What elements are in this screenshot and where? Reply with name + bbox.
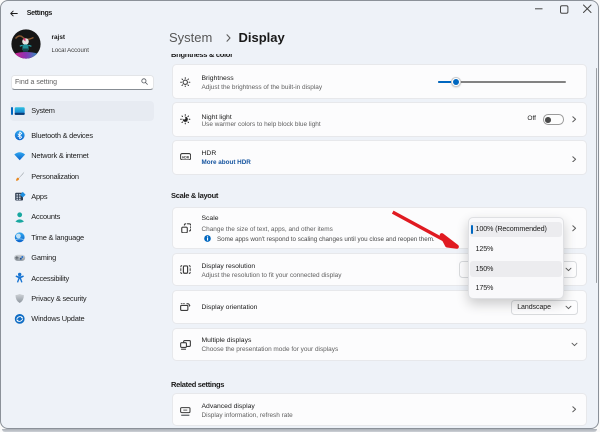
svg-text:HDR: HDR bbox=[182, 155, 190, 159]
